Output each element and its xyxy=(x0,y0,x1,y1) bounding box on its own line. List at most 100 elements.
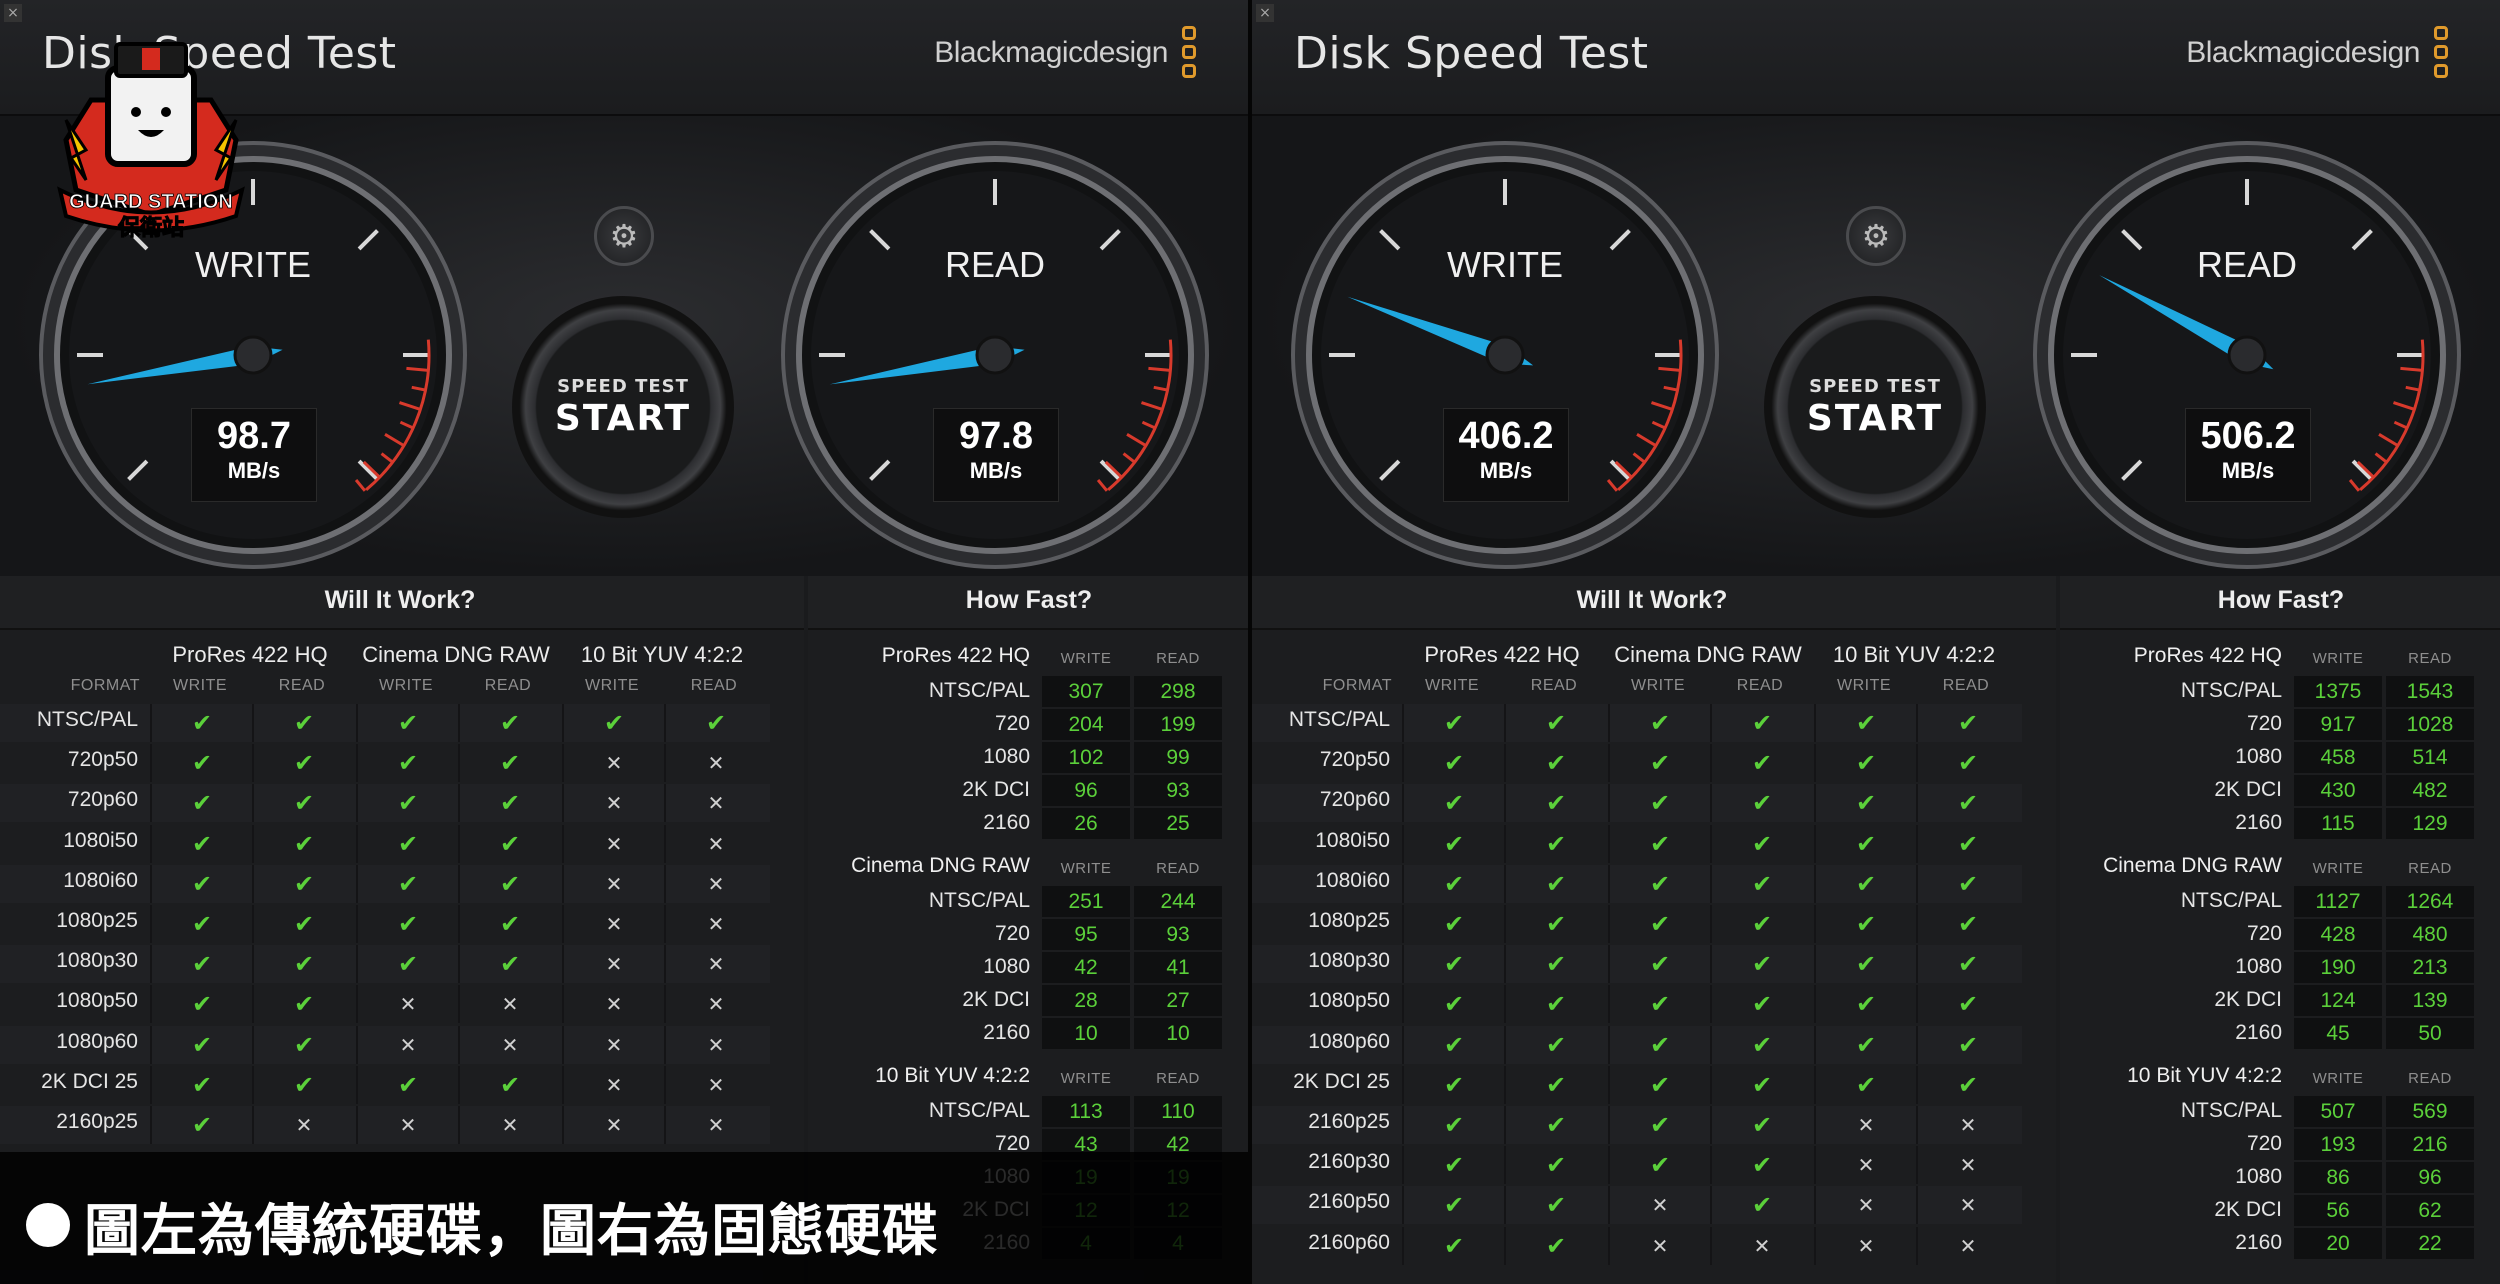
check-icon: ✔ xyxy=(150,1025,252,1064)
bullet-dot xyxy=(26,1203,70,1247)
settings-button[interactable]: ⚙ xyxy=(1846,206,1906,266)
check-icon: ✔ xyxy=(1608,905,1710,943)
format-label: 1080p50 xyxy=(1308,989,1390,1013)
check-icon: ✔ xyxy=(1608,1065,1710,1104)
write-fps-value: 307 xyxy=(1042,676,1130,707)
cross-icon: ✕ xyxy=(458,1025,560,1064)
how-fast-row: 2K DCI 56 62 xyxy=(2072,1195,2492,1228)
format-row: 1080p25 ✔ ✔ ✔ ✔ ✔ ✔ xyxy=(1252,905,2022,943)
check-icon: ✔ xyxy=(252,985,354,1024)
resolution-label: 720 xyxy=(2246,712,2282,735)
codec-subheader: WRITE xyxy=(1424,677,1480,694)
format-row: 2160p60 ✔ ✔ ✕ ✕ ✕ ✕ xyxy=(1252,1226,2022,1265)
read-fps-value: 1264 xyxy=(2386,886,2474,917)
format-label: 1080p30 xyxy=(56,949,138,973)
close-icon[interactable]: × xyxy=(4,4,22,22)
resolution-label: 2160 xyxy=(983,811,1030,834)
check-icon: ✔ xyxy=(1504,1106,1606,1144)
read-speed-readout: 506.2 MB/s xyxy=(2185,408,2311,502)
start-button-label: START xyxy=(1806,398,1944,439)
cross-icon: ✕ xyxy=(664,824,766,863)
check-icon: ✔ xyxy=(458,784,560,823)
how-fast-row: 1080 190 213 xyxy=(2072,952,2492,985)
cross-icon: ✕ xyxy=(356,985,458,1024)
format-label: 720p60 xyxy=(67,788,138,812)
check-icon: ✔ xyxy=(150,864,252,903)
how-fast-column-header: READ xyxy=(1156,650,1200,667)
format-label: 1080i50 xyxy=(1315,828,1390,852)
cross-icon: ✕ xyxy=(664,744,766,783)
format-row: 720p60 ✔ ✔ ✔ ✔ ✔ ✔ xyxy=(1252,784,2022,823)
check-icon: ✔ xyxy=(252,744,354,783)
format-label: 2160p25 xyxy=(1308,1110,1390,1133)
write-gauge-label: WRITE xyxy=(195,244,311,285)
format-label: NTSC/PAL xyxy=(1288,708,1390,731)
caption-text: 圖左為傳統硬碟，圖右為固態硬碟 xyxy=(84,1199,939,1264)
read-fps-value: 50 xyxy=(2386,1018,2474,1049)
resolution-label: 2160 xyxy=(2235,811,2282,834)
check-icon: ✔ xyxy=(1814,985,1916,1024)
resolution-label: 2160 xyxy=(983,1021,1030,1044)
format-row: 1080p30 ✔ ✔ ✔ ✔ ✔ ✔ xyxy=(1252,945,2022,984)
check-icon: ✔ xyxy=(1710,744,1812,783)
brand-name: Blackmagicdesign xyxy=(2186,36,2420,69)
format-row: NTSC/PAL ✔ ✔ ✔ ✔ ✔ ✔ xyxy=(0,704,770,742)
format-label: 2160p25 xyxy=(56,1110,138,1133)
how-fast-row: 1080 102 99 xyxy=(820,742,1240,775)
check-icon: ✔ xyxy=(150,905,252,943)
how-fast-column-header: WRITE xyxy=(2312,860,2364,877)
check-icon: ✔ xyxy=(356,704,458,742)
read-fps-value: 1543 xyxy=(2386,676,2474,707)
logo-text-top: GUARD STATION xyxy=(69,191,233,213)
read-fps-value: 93 xyxy=(1134,775,1222,806)
check-icon: ✔ xyxy=(1504,1065,1606,1104)
write-speed-readout: 406.2 MB/s xyxy=(1443,408,1569,502)
format-label: 1080p60 xyxy=(1308,1029,1390,1053)
speed-test-start-button[interactable]: SPEED TEST START xyxy=(1764,296,1986,518)
check-icon: ✔ xyxy=(458,945,560,984)
how-fast-group: Cinema DNG RAW WRITE READ NTSC/PAL 1127 1264 7… xyxy=(2072,850,2492,1055)
read-fps-value: 27 xyxy=(1134,985,1222,1016)
how-fast-codec-name: ProRes 422 HQ xyxy=(881,644,1030,667)
check-icon: ✔ xyxy=(1504,744,1606,783)
read-fps-value: 41 xyxy=(1134,952,1222,983)
resolution-label: NTSC/PAL xyxy=(928,679,1030,702)
how-fast-row: 1080 42 41 xyxy=(820,952,1240,985)
how-fast-column-header: READ xyxy=(2408,650,2452,667)
format-label: 2160p30 xyxy=(1308,1150,1390,1174)
read-fps-value: 93 xyxy=(1134,919,1222,950)
start-button-caption: SPEED TEST xyxy=(557,376,689,397)
codec-subheader: READ xyxy=(1736,677,1784,694)
write-fps-value: 45 xyxy=(2294,1018,2382,1049)
write-fps-value: 1127 xyxy=(2294,886,2382,917)
redzone-tick xyxy=(406,366,429,372)
check-icon: ✔ xyxy=(1402,1106,1504,1144)
read-fps-value: 10 xyxy=(1134,1018,1222,1049)
settings-button[interactable]: ⚙ xyxy=(594,206,654,266)
format-label: 1080p50 xyxy=(56,989,138,1013)
codec-subheader: READ xyxy=(690,677,738,694)
read-fps-value: 62 xyxy=(2386,1195,2474,1226)
close-icon[interactable]: × xyxy=(1256,4,1274,22)
format-label: 720p50 xyxy=(1319,748,1390,772)
check-icon: ✔ xyxy=(1710,1146,1812,1185)
how-fast-column-header: WRITE xyxy=(2312,1070,2364,1087)
check-icon: ✔ xyxy=(1504,784,1606,823)
check-icon: ✔ xyxy=(150,824,252,863)
check-icon: ✔ xyxy=(1402,824,1504,863)
check-icon: ✔ xyxy=(252,704,354,742)
how-fast-row: 2160 115 129 xyxy=(2072,808,2492,841)
gear-icon: ⚙ xyxy=(1861,217,1891,255)
write-gauge-label: WRITE xyxy=(1447,244,1563,285)
check-icon: ✔ xyxy=(150,784,252,823)
cross-icon: ✕ xyxy=(1814,1186,1916,1225)
write-speed-unit: MB/s xyxy=(1479,458,1533,483)
format-row: 720p60 ✔ ✔ ✔ ✔ ✕ ✕ xyxy=(0,784,770,823)
cross-icon: ✕ xyxy=(664,784,766,823)
cross-icon: ✕ xyxy=(1916,1226,2018,1265)
read-fps-value: 110 xyxy=(1134,1096,1222,1127)
read-fps-value: 216 xyxy=(2386,1129,2474,1160)
read-gauge: READ 506.2 MB/s xyxy=(2032,140,2462,570)
check-icon: ✔ xyxy=(1710,824,1812,863)
speed-test-start-button[interactable]: SPEED TEST START xyxy=(512,296,734,518)
